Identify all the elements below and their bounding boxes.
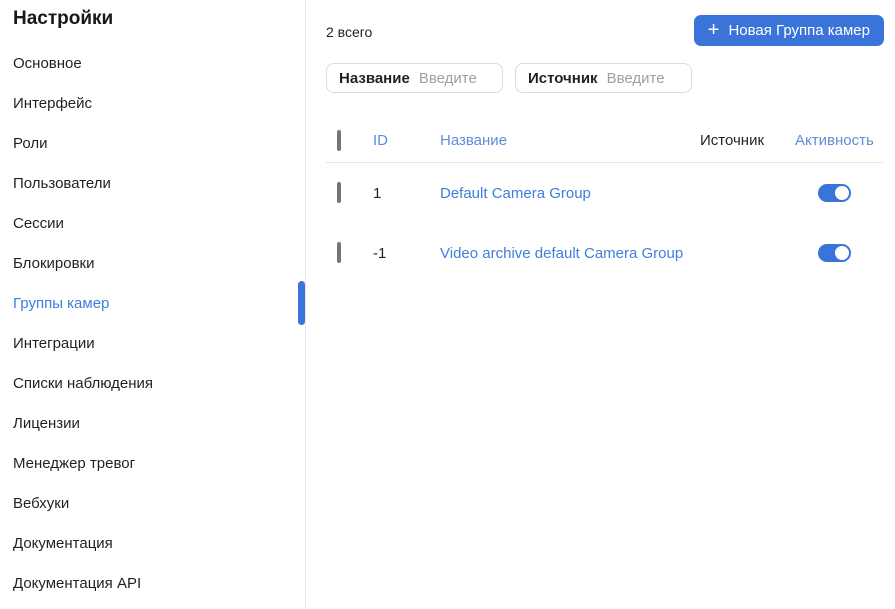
name-filter-label: Название (339, 69, 410, 87)
sidebar-item-general[interactable]: Основное (0, 43, 305, 83)
sidebar-item-blocks[interactable]: Блокировки (0, 243, 305, 283)
sidebar-item-interface[interactable]: Интерфейс (0, 83, 305, 123)
column-header-name[interactable]: Название (440, 132, 700, 149)
column-header-id[interactable]: ID (373, 132, 440, 149)
source-filter-label: Источник (528, 69, 598, 87)
sidebar-item-roles[interactable]: Роли (0, 123, 305, 163)
sidebar-item-alarm-manager[interactable]: Менеджер тревог (0, 443, 305, 483)
filter-row: Название Источник (326, 63, 895, 93)
column-header-activity[interactable]: Активность (795, 132, 883, 149)
row-checkbox[interactable] (337, 182, 341, 203)
new-camera-group-button-label: Новая Группа камер (728, 22, 870, 39)
name-filter-input[interactable] (418, 64, 502, 92)
row-name-link[interactable]: Video archive default Camera Group (440, 245, 700, 262)
row-name-link[interactable]: Default Camera Group (440, 185, 700, 202)
row-id: -1 (373, 244, 387, 262)
sidebar-item-documentation-api[interactable]: Документация API (0, 563, 305, 603)
sidebar-item-camera-groups[interactable]: Группы камер (0, 281, 305, 325)
sidebar-item-documentation[interactable]: Документация (0, 523, 305, 563)
activity-toggle[interactable] (817, 184, 851, 202)
active-item-indicator (298, 281, 305, 325)
sidebar-item-licenses[interactable]: Лицензии (0, 403, 305, 443)
camera-groups-panel: + Новая Группа камер 2 всего Название Ис… (306, 0, 895, 609)
table-row: 1 Default Camera Group (326, 163, 883, 223)
row-checkbox[interactable] (337, 242, 341, 263)
sidebar-item-users[interactable]: Пользователи (0, 163, 305, 203)
sidebar-item-sessions[interactable]: Сессии (0, 203, 305, 243)
sidebar-item-integrations[interactable]: Интеграции (0, 323, 305, 363)
activity-toggle[interactable] (817, 244, 851, 262)
source-filter[interactable]: Источник (515, 63, 692, 93)
row-id: 1 (373, 184, 382, 202)
plus-icon: + (707, 18, 720, 41)
column-header-source: Источник (700, 132, 765, 149)
sidebar-title: Настройки (13, 8, 114, 29)
new-camera-group-button[interactable]: + Новая Группа камер (693, 15, 884, 46)
name-filter[interactable]: Название (326, 63, 503, 93)
select-all-checkbox[interactable] (337, 129, 341, 151)
toggle-knob (834, 246, 849, 260)
source-filter-input[interactable] (606, 64, 691, 92)
table-header-row: ID Название Источник Активность (326, 119, 883, 163)
sidebar-item-webhooks[interactable]: Вебхуки (0, 483, 305, 523)
sidebar-item-watchlists[interactable]: Списки наблюдения (0, 363, 305, 403)
settings-sidebar: Настройки Основное Интерфейс Роли Пользо… (0, 0, 306, 609)
camera-groups-table: ID Название Источник Активность 1 Defaul… (326, 119, 883, 283)
toggle-knob (834, 186, 849, 200)
table-row: -1 Video archive default Camera Group (326, 223, 883, 283)
